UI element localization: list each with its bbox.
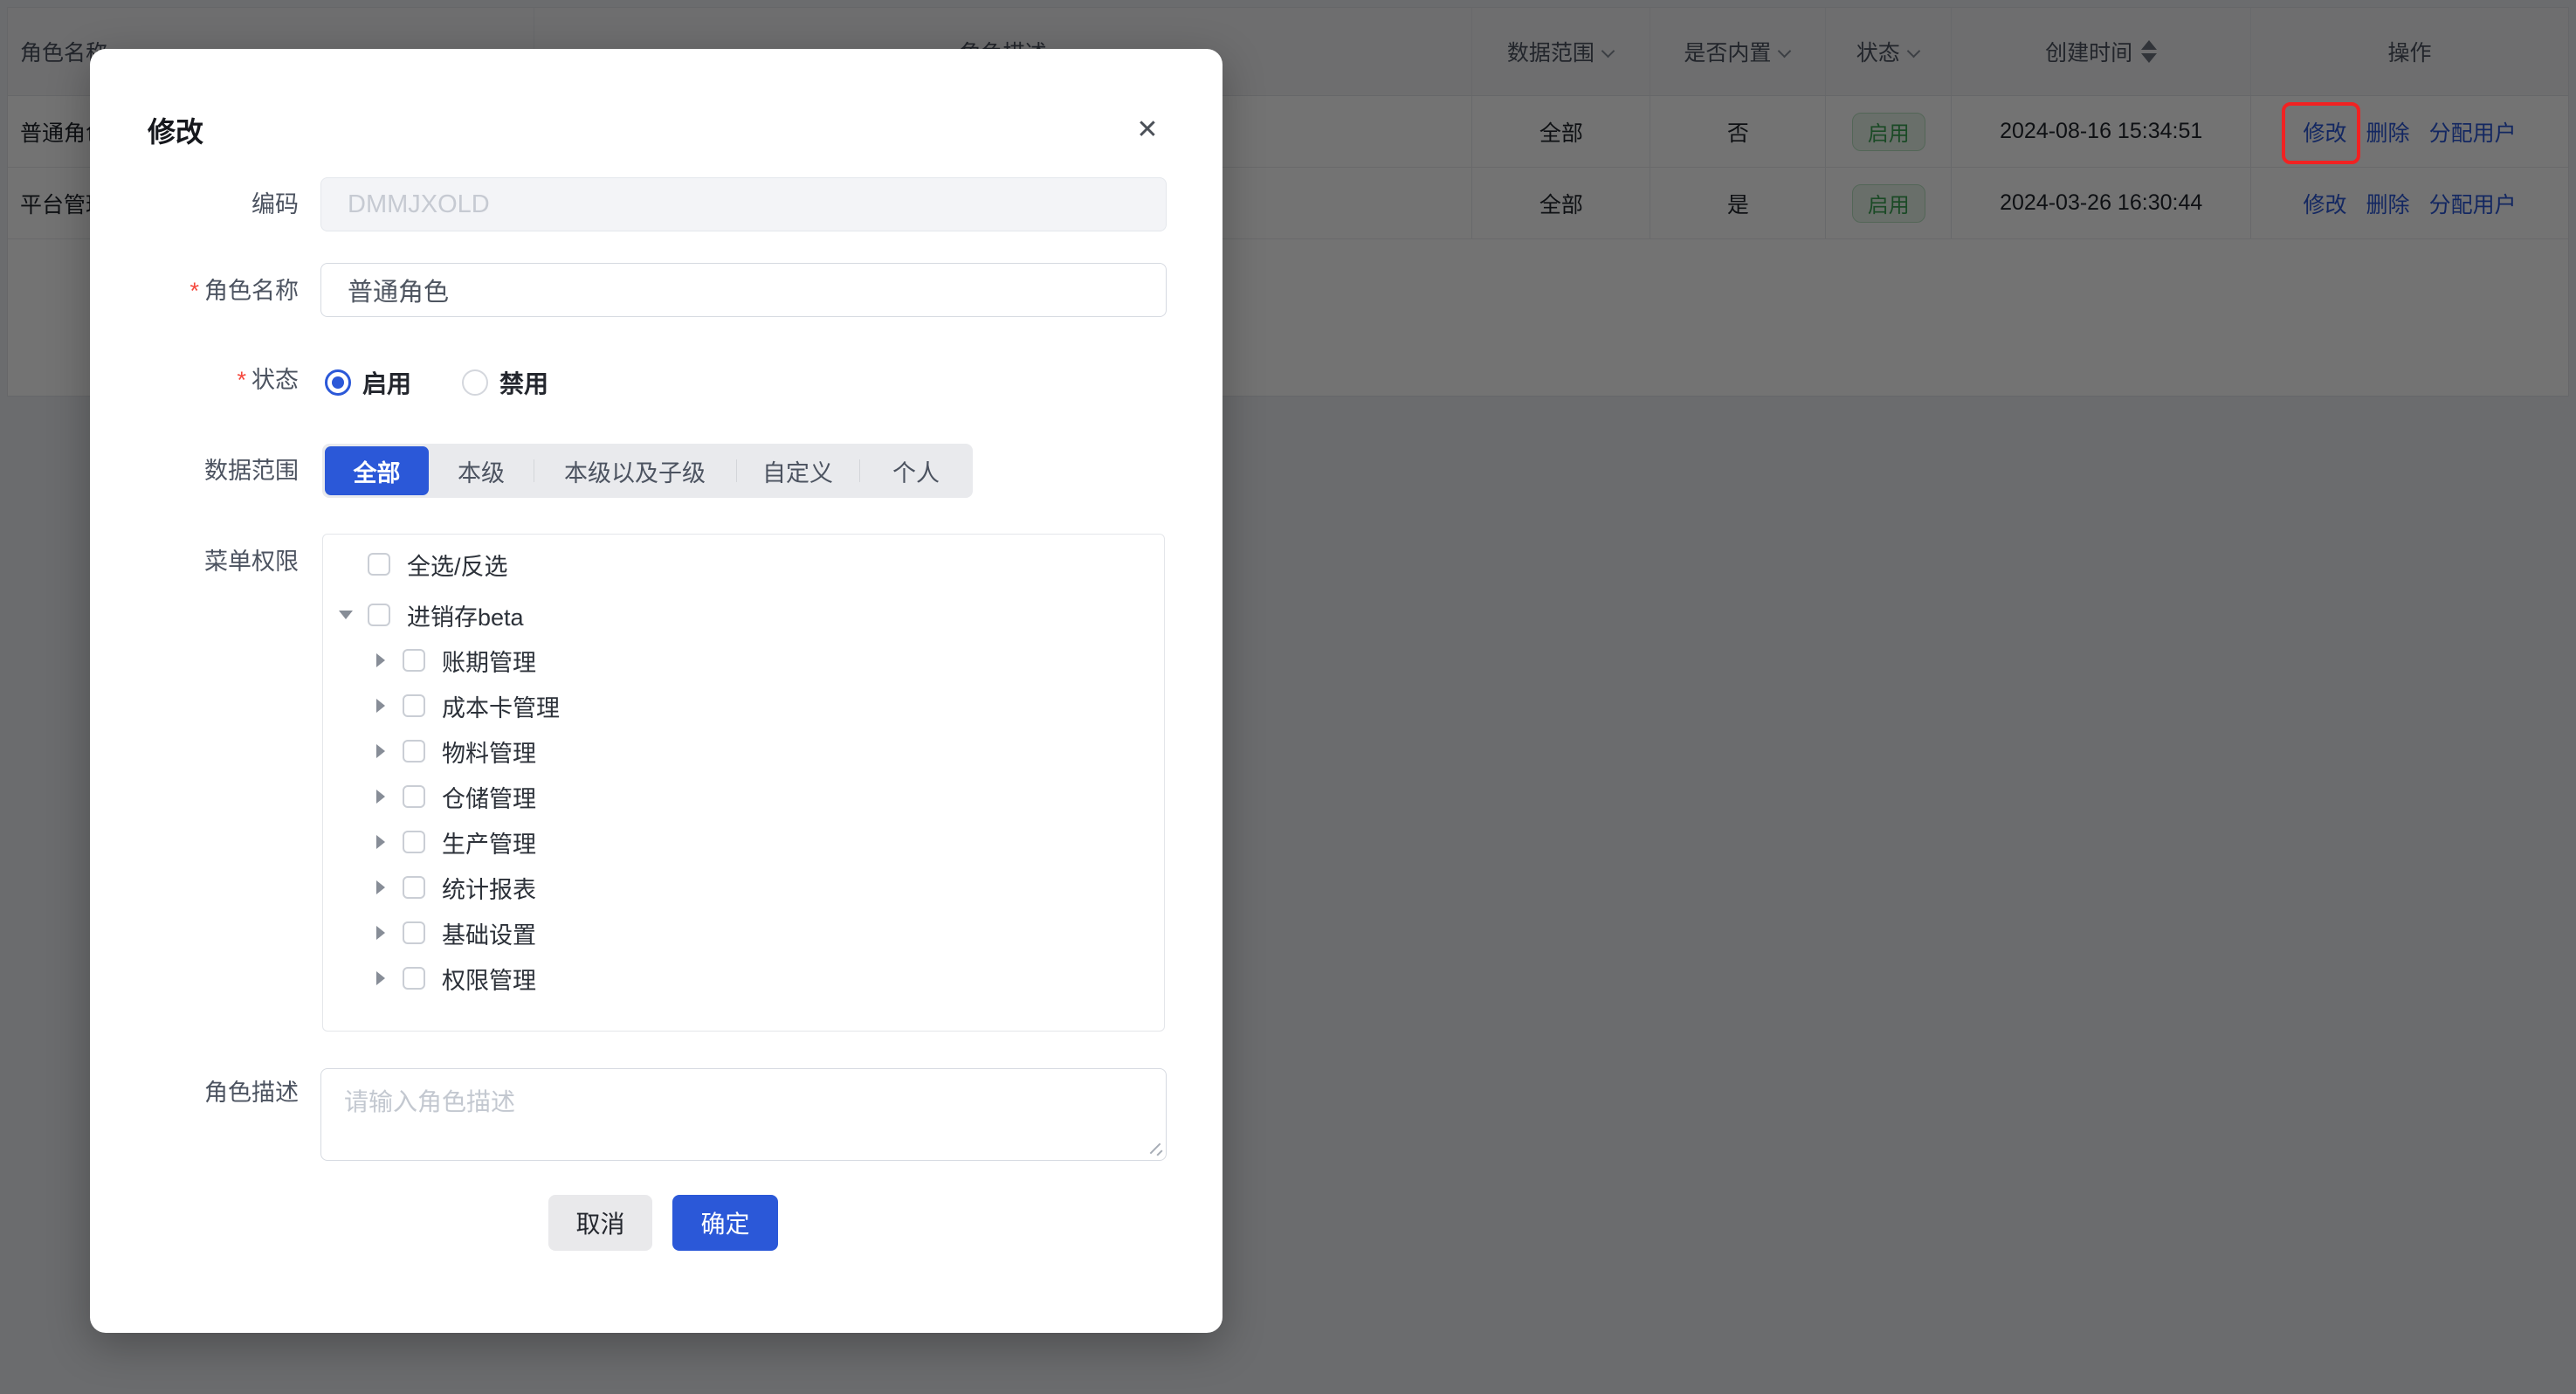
scope-option-all[interactable]: 全部 [325,446,429,495]
role-name-label: *角色名称 [90,273,299,308]
radio-enabled[interactable]: 启用 [325,365,411,400]
tree-item[interactable]: 生产管理 [323,819,1164,865]
menu-permission-label: 菜单权限 [90,544,299,579]
cancel-button[interactable]: 取消 [548,1195,652,1251]
expander-collapsed-icon[interactable] [373,652,389,669]
role-management-page: 角色名称 角色描述 数据范围 是否内置 状态 创建时间 操作 普通角色 全部 否… [0,0,2576,1394]
annotation-highlight-box [2282,102,2360,164]
expander-collapsed-icon[interactable] [373,788,389,805]
checkbox[interactable] [403,876,425,899]
modal-title: 修改 [148,110,203,150]
radio-disabled[interactable]: 禁用 [462,365,548,400]
expander-collapsed-icon[interactable] [373,697,389,714]
status-radio-group: 启用 禁用 [325,365,548,400]
tree-item[interactable]: 账期管理 [323,638,1164,683]
checkbox[interactable] [403,649,425,672]
checkbox[interactable] [403,740,425,763]
expander-expanded-icon[interactable] [338,606,354,624]
checkbox[interactable] [403,694,425,717]
expander-collapsed-icon[interactable] [373,833,389,851]
expander-collapsed-icon[interactable] [373,924,389,942]
expander-collapsed-icon[interactable] [373,742,389,760]
checkbox[interactable] [403,921,425,944]
scope-option-current-level[interactable]: 本级 [429,444,534,498]
checkbox[interactable] [368,553,390,576]
status-label: *状态 [90,362,299,397]
code-label: 编码 [90,187,299,222]
data-scope-segmented-control: 全部 本级 本级以及子级 自定义 个人 [322,444,973,498]
role-desc-label: 角色描述 [90,1075,299,1110]
tree-item[interactable]: 物料管理 [323,728,1164,774]
tree-item[interactable]: 统计报表 [323,865,1164,910]
required-asterisk: * [189,278,199,304]
confirm-button[interactable]: 确定 [672,1195,778,1251]
tree-item[interactable]: 仓储管理 [323,774,1164,819]
checkbox[interactable] [403,967,425,990]
menu-permission-tree: 全选/反选 进销存beta 账期管理 成本卡管理 物料管理 [322,534,1165,1032]
scope-option-current-and-children[interactable]: 本级以及子级 [534,444,736,498]
code-input[interactable] [320,177,1167,231]
edit-role-modal: 修改 ✕ 编码 *角色名称 *状态 启用 禁用 数据范围 全部 本级 本级以及子… [90,49,1223,1333]
scope-option-custom[interactable]: 自定义 [736,444,859,498]
tree-item[interactable]: 基础设置 [323,910,1164,956]
checkbox[interactable] [368,604,390,626]
radio-selected-icon[interactable] [325,369,351,396]
data-scope-label: 数据范围 [90,453,299,488]
tree-item-select-all[interactable]: 全选/反选 [323,542,1164,587]
checkbox[interactable] [403,831,425,853]
expander-collapsed-icon[interactable] [373,970,389,987]
tree-item[interactable]: 成本卡管理 [323,683,1164,728]
role-desc-textarea[interactable] [320,1068,1167,1161]
required-asterisk: * [237,367,246,393]
role-name-input[interactable] [320,263,1167,317]
close-icon[interactable]: ✕ [1130,112,1165,147]
tree-item-root[interactable]: 进销存beta [323,592,1164,638]
checkbox[interactable] [403,785,425,808]
radio-unselected-icon[interactable] [462,369,488,396]
expander-collapsed-icon[interactable] [373,879,389,896]
scope-option-personal[interactable]: 个人 [859,444,973,498]
tree-item[interactable]: 权限管理 [323,956,1164,1001]
